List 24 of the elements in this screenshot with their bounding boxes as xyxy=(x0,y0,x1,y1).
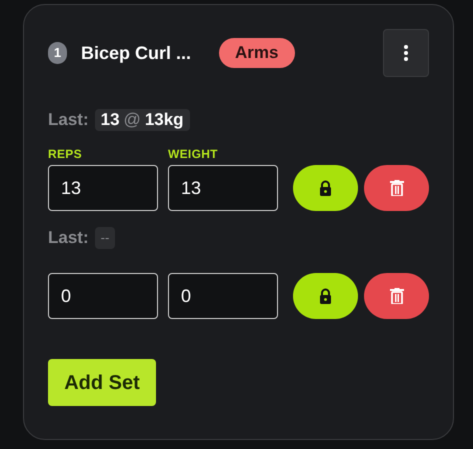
more-icon xyxy=(404,45,408,61)
weight-input[interactable]: 0 xyxy=(168,273,278,319)
last-result: -- xyxy=(94,227,116,249)
last-result: 13 @ 13kg xyxy=(94,109,190,131)
category-tag: Arms xyxy=(219,38,294,68)
last-label: Last: xyxy=(48,109,89,132)
lock-button[interactable] xyxy=(293,273,358,319)
column-label: WEIGHT xyxy=(168,146,219,163)
last-label: Last: xyxy=(48,227,89,250)
more-button[interactable] xyxy=(383,29,429,77)
exercise-name: Bicep Curl ... xyxy=(81,42,192,65)
lock-button[interactable] xyxy=(293,165,358,211)
trash-icon xyxy=(390,180,404,196)
reps-input[interactable]: 13 xyxy=(48,165,158,211)
trash-icon xyxy=(390,288,404,304)
lock-icon xyxy=(319,288,332,304)
lock-icon xyxy=(319,180,332,196)
reps-input[interactable]: 0 xyxy=(48,273,158,319)
column-label: REPS xyxy=(48,146,83,163)
exercise-number: 1 xyxy=(48,42,67,64)
weight-input[interactable]: 13 xyxy=(168,165,278,211)
delete-button[interactable] xyxy=(364,165,429,211)
delete-button[interactable] xyxy=(364,273,429,319)
add-set-button[interactable]: Add Set xyxy=(48,359,156,406)
